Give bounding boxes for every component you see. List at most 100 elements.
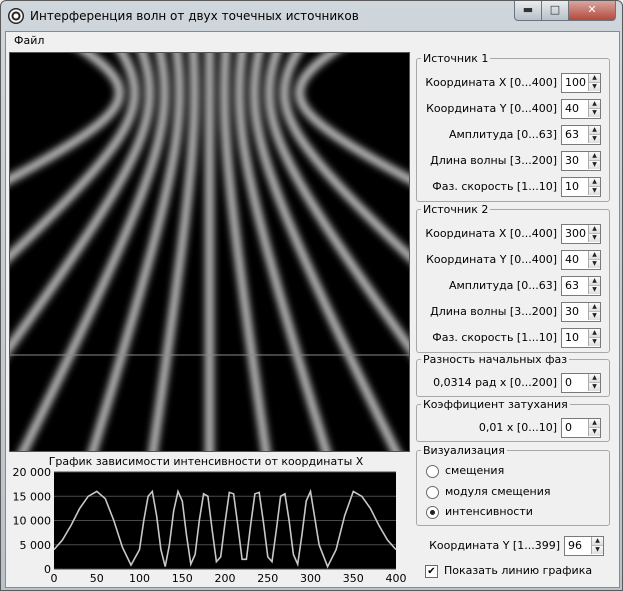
source2-group: Источник 2 Координата X [0...400] 300 ▲ ▼ Ко… [416, 203, 610, 353]
damping-spinner[interactable]: 0 ▲ ▼ [561, 418, 601, 438]
radio-displacement-modulus-label[interactable]: модуля смещения [445, 485, 551, 498]
x-tick-label: 250 [257, 572, 278, 585]
phase-legend: Разность начальных фаз [423, 353, 568, 366]
radio-displacement-modulus-button[interactable] [426, 486, 439, 499]
damping-up-arrow-icon[interactable]: ▲ [588, 419, 600, 428]
app-window: Интерференция волн от двух точечных исто… [0, 0, 623, 591]
source1-row-1: Координата Y [0...400] 40 ▲ ▼ [417, 99, 609, 119]
phase-down-arrow-icon[interactable]: ▼ [588, 383, 600, 391]
x-tick-label: 100 [129, 572, 150, 585]
source2-spinner-4[interactable]: 10 ▲ ▼ [561, 328, 601, 348]
damping-value[interactable]: 0 [565, 421, 572, 434]
source1-value-3[interactable]: 30 [565, 154, 579, 167]
source1-row-2: Амплитуда [0...63] 63 ▲ ▼ [417, 125, 609, 145]
source2-up-arrow-icon-0[interactable]: ▲ [588, 225, 600, 234]
source2-spinner-2[interactable]: 63 ▲ ▼ [561, 276, 601, 296]
source2-up-arrow-icon-1[interactable]: ▲ [588, 251, 600, 260]
source1-down-arrow-icon-3[interactable]: ▼ [588, 161, 600, 169]
source2-value-1[interactable]: 40 [565, 253, 579, 266]
source2-label-0: Координата X [0...400] [425, 227, 557, 240]
coord-y-down-arrow-icon[interactable]: ▼ [591, 546, 603, 554]
show-line-checkbox[interactable]: ✔ [425, 565, 438, 578]
source2-up-arrow-icon-3[interactable]: ▲ [588, 303, 600, 312]
source1-legend: Источник 1 [423, 52, 489, 65]
source2-label-1: Координата Y [0...400] [426, 253, 557, 266]
x-tick-labels: 0 50 100 150 200 250 300 350 400 [51, 572, 407, 585]
source2-row-0: Координата X [0...400] 300 ▲ ▼ [417, 224, 609, 244]
source1-down-arrow-icon-0[interactable]: ▼ [588, 83, 600, 91]
source2-label-4: Фаз. скорость [1...10] [432, 331, 557, 344]
source1-spinner-4[interactable]: 10 ▲ ▼ [561, 177, 601, 197]
title-bar[interactable]: Интерференция волн от двух точечных исто… [1, 1, 622, 31]
minimize-button[interactable]: ▬ [514, 1, 542, 21]
phase-row: 0,0314 рад x [0...200] 0 ▲ ▼ [417, 373, 609, 393]
damping-down-arrow-icon[interactable]: ▼ [588, 428, 600, 436]
source2-spinner-0[interactable]: 300 ▲ ▼ [561, 224, 601, 244]
phase-spinner[interactable]: 0 ▲ ▼ [561, 373, 601, 393]
coord-y-value[interactable]: 96 [568, 539, 582, 552]
menu-file[interactable]: Файл [14, 34, 44, 47]
source2-down-arrow-icon-0[interactable]: ▼ [588, 234, 600, 242]
source2-legend: Источник 2 [423, 203, 489, 216]
radio-displacement-button[interactable] [426, 465, 439, 478]
source1-value-0[interactable]: 100 [565, 76, 586, 89]
source2-value-2[interactable]: 63 [565, 279, 579, 292]
source1-up-arrow-icon-1[interactable]: ▲ [588, 100, 600, 109]
source2-spinner-3[interactable]: 30 ▲ ▼ [561, 302, 601, 322]
source2-value-4[interactable]: 10 [565, 331, 579, 344]
source1-label-3: Длина волны [3...200] [430, 154, 557, 167]
phase-up-arrow-icon[interactable]: ▲ [588, 374, 600, 383]
radio-intensity-label[interactable]: интенсивности [445, 505, 533, 518]
source1-up-arrow-icon-4[interactable]: ▲ [588, 178, 600, 187]
source1-spinner-2[interactable]: 63 ▲ ▼ [561, 125, 601, 145]
source1-row-4: Фаз. скорость [1...10] 10 ▲ ▼ [417, 177, 609, 197]
damping-legend: Коэффициент затухания [423, 398, 568, 411]
source2-value-3[interactable]: 30 [565, 305, 579, 318]
source1-label-0: Координата X [0...400] [425, 76, 557, 89]
radio-intensity-button[interactable] [426, 506, 439, 519]
y-tick-labels: 0 5 000 10 000 15 000 20 000 [13, 466, 52, 576]
app-icon[interactable] [8, 8, 24, 24]
source1-up-arrow-icon-2[interactable]: ▲ [588, 126, 600, 135]
source1-row-3: Длина волны [3...200] 30 ▲ ▼ [417, 151, 609, 171]
source1-up-arrow-icon-0[interactable]: ▲ [588, 74, 600, 83]
source1-spinner-3[interactable]: 30 ▲ ▼ [561, 151, 601, 171]
source2-down-arrow-icon-2[interactable]: ▼ [588, 286, 600, 294]
interference-canvas[interactable] [0, 30, 623, 474]
source1-spinner-1[interactable]: 40 ▲ ▼ [561, 99, 601, 119]
maximize-button[interactable]: □ [541, 1, 569, 21]
source1-value-1[interactable]: 40 [565, 102, 579, 115]
visualization-legend: Визуализация [423, 444, 505, 457]
source1-label-4: Фаз. скорость [1...10] [432, 180, 557, 193]
source1-group: Источник 1 Координата X [0...400] 100 ▲ ▼ Ко… [416, 52, 610, 202]
source2-down-arrow-icon-1[interactable]: ▼ [588, 260, 600, 268]
source1-down-arrow-icon-2[interactable]: ▼ [588, 135, 600, 143]
source1-value-4[interactable]: 10 [565, 180, 579, 193]
close-button[interactable]: ✕ [568, 1, 616, 21]
x-tick-label: 50 [90, 572, 104, 585]
source1-label-2: Амплитуда [0...63] [448, 128, 557, 141]
coord-y-up-arrow-icon[interactable]: ▲ [591, 537, 603, 546]
source2-down-arrow-icon-3[interactable]: ▼ [588, 312, 600, 320]
radio-displacement-label[interactable]: смещения [445, 464, 504, 477]
source2-value-0[interactable]: 300 [565, 227, 586, 240]
source1-spinner-0[interactable]: 100 ▲ ▼ [561, 73, 601, 93]
chart-title: График зависимости интенсивности от коор… [49, 455, 364, 468]
phase-value[interactable]: 0 [565, 376, 572, 389]
source1-down-arrow-icon-4[interactable]: ▼ [588, 187, 600, 195]
damping-label: 0,01 x [0...10] [478, 421, 557, 434]
source1-up-arrow-icon-3[interactable]: ▲ [588, 152, 600, 161]
source1-value-2[interactable]: 63 [565, 128, 579, 141]
show-line-label[interactable]: Показать линию графика [444, 564, 592, 577]
source2-label-2: Амплитуда [0...63] [448, 279, 557, 292]
source2-row-1: Координата Y [0...400] 40 ▲ ▼ [417, 250, 609, 270]
source2-down-arrow-icon-4[interactable]: ▼ [588, 338, 600, 346]
source1-label-1: Координата Y [0...400] [426, 102, 557, 115]
source1-down-arrow-icon-1[interactable]: ▼ [588, 109, 600, 117]
coord-y-spinner[interactable]: 96 ▲ ▼ [564, 536, 604, 556]
source2-spinner-1[interactable]: 40 ▲ ▼ [561, 250, 601, 270]
source2-up-arrow-icon-4[interactable]: ▲ [588, 329, 600, 338]
coord-y-label: Координата Y [1...399] [429, 539, 560, 552]
x-tick-label: 200 [215, 572, 236, 585]
source2-up-arrow-icon-2[interactable]: ▲ [588, 277, 600, 286]
